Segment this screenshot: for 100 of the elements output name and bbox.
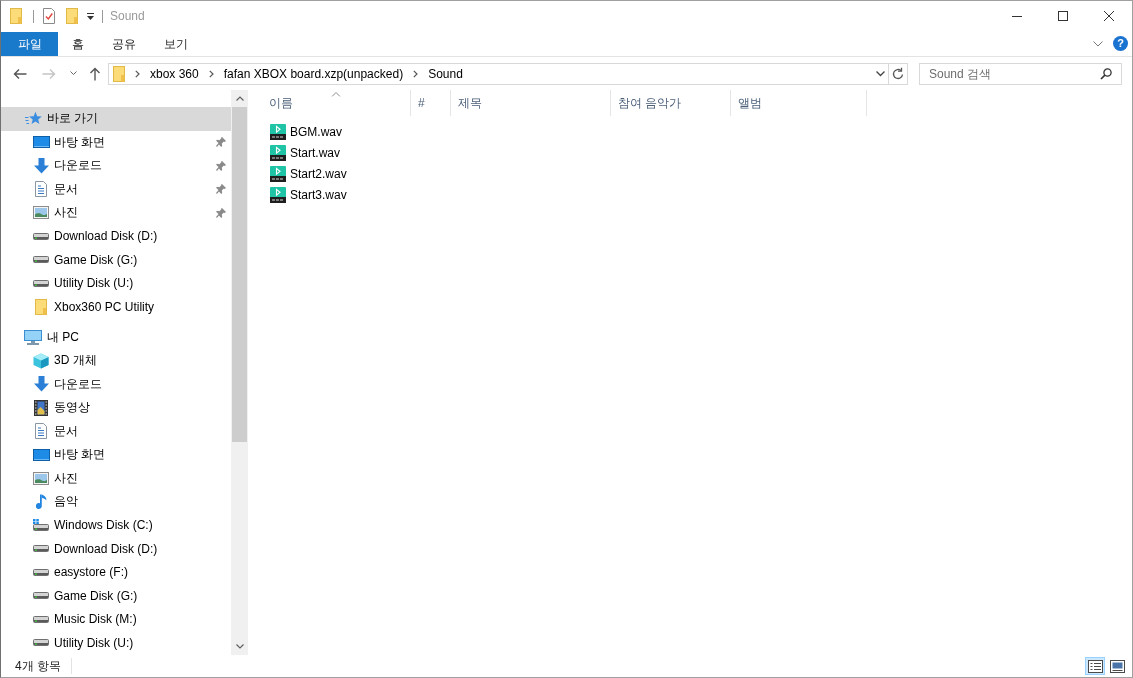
document-check-icon[interactable]: [43, 8, 55, 24]
nav-item[interactable]: 문서: [1, 419, 231, 443]
item-count: 4개 항목: [15, 657, 61, 675]
breadcrumb[interactable]: Sound: [428, 66, 463, 81]
refresh-button[interactable]: [889, 62, 908, 85]
column-header[interactable]: 제목: [451, 90, 611, 116]
drive-icon: [33, 545, 49, 553]
folder-icon: [35, 298, 47, 315]
file-menu-tab[interactable]: 파일: [1, 32, 58, 56]
scrollbar[interactable]: [231, 90, 248, 655]
desktop-icon: [32, 136, 50, 149]
chevron-right-icon[interactable]: [208, 69, 214, 78]
chevron-up-icon[interactable]: [235, 96, 244, 101]
nav-item[interactable]: Music Disk (M:): [1, 607, 231, 631]
ribbon-tab[interactable]: 홈: [58, 32, 98, 56]
minimize-icon: [1012, 15, 1022, 17]
down-arrow-icon: [33, 376, 49, 393]
desktop-icon: [32, 448, 50, 461]
large-icons-view-icon: [1109, 659, 1125, 673]
nav-item[interactable]: 동영상: [1, 396, 231, 420]
chevron-down-icon[interactable]: [1093, 40, 1103, 47]
nav-item[interactable]: 사진: [1, 201, 231, 225]
file-item[interactable]: Start.wav: [262, 142, 342, 163]
star-icon: [24, 111, 42, 127]
file-item[interactable]: Start2.wav: [262, 163, 349, 184]
cube-icon: [33, 352, 49, 369]
ribbon-tab[interactable]: 보기: [150, 32, 202, 56]
audio-file-icon: [270, 165, 286, 182]
nav-item[interactable]: 바로 가기: [1, 107, 231, 131]
nav-item[interactable]: 다운로드: [1, 372, 231, 396]
file-item[interactable]: Start3.wav: [262, 184, 349, 205]
chevron-down-icon[interactable]: [70, 71, 77, 76]
drive-icon: [33, 256, 49, 264]
film-icon: [34, 399, 48, 416]
drive-icon: [33, 232, 49, 240]
column-header[interactable]: #: [411, 90, 451, 116]
document-icon: [35, 181, 47, 198]
nav-item[interactable]: Game Disk (G:): [1, 584, 231, 608]
pin-icon[interactable]: [216, 184, 226, 195]
drive-icon: [33, 519, 49, 532]
nav-item[interactable]: 문서: [1, 177, 231, 201]
drive-icon: [33, 568, 49, 576]
maximize-icon: [1058, 11, 1068, 21]
chevron-right-icon[interactable]: [413, 69, 419, 78]
window-title: Sound: [110, 9, 145, 23]
nav-item[interactable]: Xbox360 PC Utility: [1, 295, 231, 319]
nav-item[interactable]: Utility Disk (U:): [1, 271, 231, 295]
nav-item[interactable]: Windows Disk (C:): [1, 513, 231, 537]
picture-icon: [33, 471, 49, 485]
nav-item[interactable]: Game Disk (G:): [1, 248, 231, 272]
nav-item[interactable]: 바탕 화면: [1, 130, 231, 154]
help-button[interactable]: ?: [1113, 36, 1128, 51]
nav-item[interactable]: 다운로드: [1, 154, 231, 178]
drive-icon: [33, 615, 49, 623]
picture-icon: [33, 206, 49, 220]
breadcrumb[interactable]: xbox 360: [150, 66, 199, 81]
breadcrumb[interactable]: fafan XBOX board.xzp(unpacked): [223, 66, 404, 81]
column-header[interactable]: 참여 음악가: [611, 90, 731, 116]
large-icons-view-button[interactable]: [1107, 657, 1127, 675]
drive-icon: [33, 639, 49, 647]
back-arrow-icon[interactable]: [13, 67, 27, 80]
nav-item[interactable]: 내 PC: [1, 325, 231, 349]
search-field[interactable]: Sound 검색: [919, 62, 1122, 85]
nav-item[interactable]: 음악: [1, 490, 231, 514]
nav-item[interactable]: 사진: [1, 466, 231, 490]
document-icon: [35, 423, 47, 440]
pin-icon[interactable]: [216, 137, 226, 148]
column-header[interactable]: 앨범: [731, 90, 867, 116]
audio-file-icon: [270, 186, 286, 203]
music-note-icon: [35, 493, 47, 510]
nav-item[interactable]: Download Disk (D:): [1, 224, 231, 248]
details-view-icon: [1087, 659, 1103, 673]
nav-item[interactable]: 바탕 화면: [1, 443, 231, 467]
nav-item[interactable]: Download Disk (D:): [1, 537, 231, 561]
drive-icon: [33, 279, 49, 287]
chevron-down-icon[interactable]: [876, 70, 885, 77]
pin-icon[interactable]: [216, 207, 226, 218]
pin-icon[interactable]: [216, 160, 226, 171]
nav-item[interactable]: easystore (F:): [1, 560, 231, 584]
chevron-right-icon[interactable]: [135, 69, 140, 78]
nav-item[interactable]: 3D 개체: [1, 349, 231, 373]
details-view-button[interactable]: [1085, 657, 1105, 675]
caret-down-icon[interactable]: [87, 12, 94, 20]
down-arrow-icon: [33, 157, 49, 174]
monitor-icon: [24, 329, 42, 345]
audio-file-icon: [270, 123, 286, 140]
audio-file-icon: [270, 144, 286, 161]
chevron-down-icon[interactable]: [235, 644, 244, 649]
nav-item[interactable]: Utility Disk (U:): [1, 631, 231, 655]
column-header[interactable]: 이름: [262, 90, 411, 116]
refresh-icon: [892, 67, 904, 80]
close-icon: [1104, 11, 1114, 21]
address-bar[interactable]: xbox 360 fafan XBOX board.xzp(unpacked) Sound: [108, 62, 889, 85]
ribbon-tab[interactable]: 공유: [98, 32, 150, 56]
file-item[interactable]: BGM.wav: [262, 121, 344, 142]
up-arrow-icon[interactable]: [89, 66, 101, 81]
scrollbar-thumb[interactable]: [232, 107, 247, 442]
drive-icon: [33, 592, 49, 600]
folder-icon: [113, 65, 125, 82]
search-icon[interactable]: [1100, 67, 1112, 80]
